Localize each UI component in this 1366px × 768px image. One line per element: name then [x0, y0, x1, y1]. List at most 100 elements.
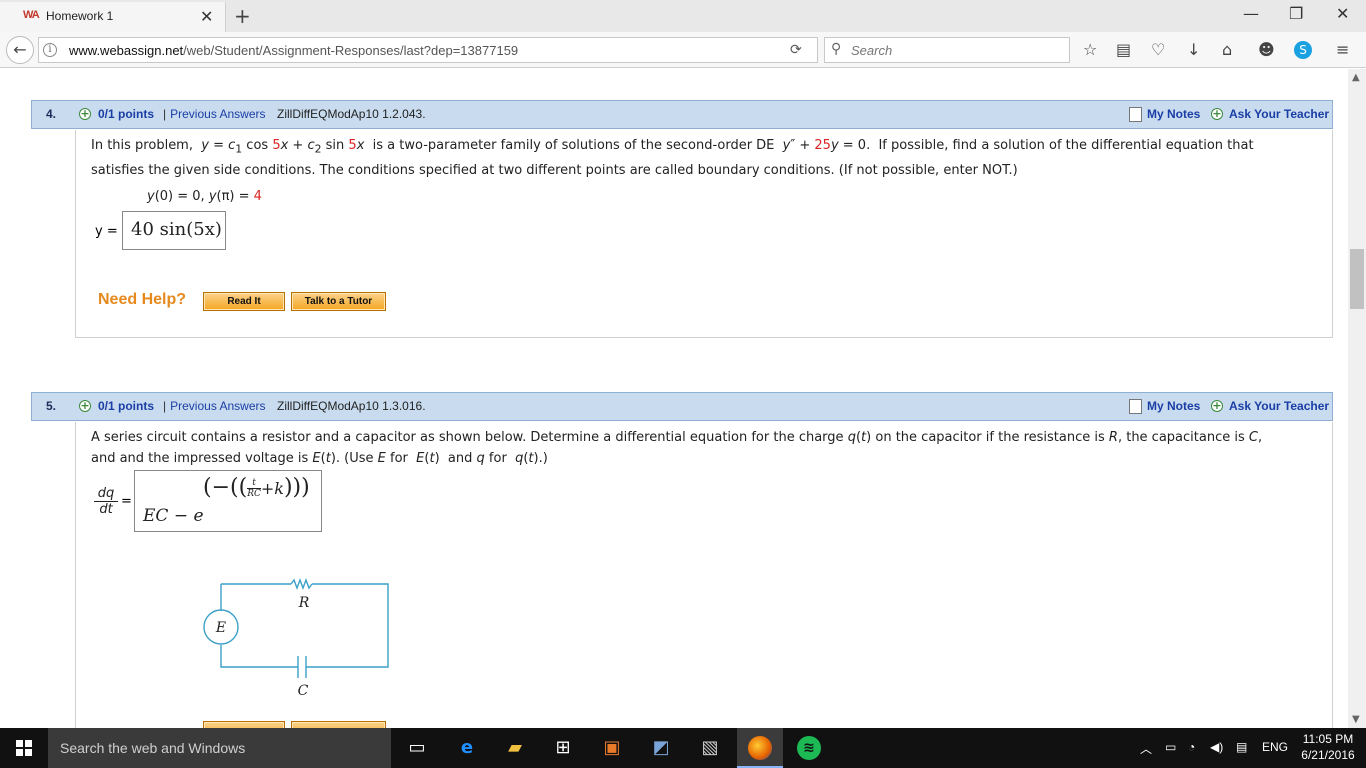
- answer-exponent: (−((t RC +k))): [203, 475, 310, 500]
- my-notes-link[interactable]: My Notes: [1147, 107, 1200, 121]
- volume-icon[interactable]: ◀): [1210, 740, 1223, 754]
- question-header-5: 5. + 0/1 points | Previous Answers ZillDi…: [31, 392, 1333, 421]
- spotify-icon[interactable]: ≋: [797, 736, 821, 760]
- question-text: A series circuit contains a resistor and…: [91, 430, 1263, 466]
- reload-icon[interactable]: ⟳: [790, 42, 802, 58]
- task-view-icon[interactable]: ▭: [405, 736, 429, 760]
- wire-right: [306, 583, 389, 668]
- app-icon[interactable]: ◩: [649, 736, 673, 760]
- store-icon[interactable]: ⊞: [551, 736, 575, 760]
- new-tab-icon[interactable]: +: [234, 4, 251, 28]
- ask-teacher-icon[interactable]: +: [1211, 108, 1223, 120]
- url-bar[interactable]: i www.webassign.net/web/Student/Assignme…: [38, 37, 818, 63]
- problem-id: ZillDiffEQModAp10 1.2.043.: [277, 107, 426, 121]
- clock-date: 6/21/2016: [1301, 748, 1355, 762]
- circuit-diagram: R E C: [203, 578, 389, 699]
- wifi-icon[interactable]: ◔: [1188, 740, 1195, 754]
- tab-homework[interactable]: WA Homework 1 ✕: [0, 2, 226, 32]
- scroll-thumb[interactable]: [1350, 249, 1364, 309]
- battery-icon[interactable]: ▭: [1165, 740, 1176, 754]
- taskbar: Search the web and Windows ▭ e ▰ ⊞ ▣ ◩ ▧…: [0, 728, 1366, 768]
- home-icon[interactable]: ⌂: [1222, 40, 1232, 59]
- paint-icon[interactable]: ▣: [600, 736, 624, 760]
- webassign-favicon-icon: WA: [23, 9, 40, 21]
- scroll-up-icon[interactable]: ▲: [1352, 72, 1360, 83]
- ask-teacher-icon[interactable]: +: [1211, 400, 1223, 412]
- answer-base: EC − e: [143, 506, 204, 526]
- clock-time: 11:05 PM: [1302, 732, 1354, 746]
- answer-value: 40 sin(5x): [131, 219, 222, 240]
- expand-icon[interactable]: +: [79, 400, 91, 412]
- windows-start-icon[interactable]: [16, 740, 32, 756]
- points-link[interactable]: 0/1 points: [98, 399, 154, 413]
- question-text: In this problem, y = c1 cos 5x + c2 sin …: [91, 138, 1254, 178]
- info-icon[interactable]: i: [43, 43, 57, 57]
- downloads-icon[interactable]: ↓: [1187, 40, 1200, 59]
- notes-icon[interactable]: [1129, 107, 1142, 122]
- question-body-5: A series circuit contains a resistor and…: [75, 422, 1333, 728]
- ask-teacher-link[interactable]: Ask Your Teacher: [1229, 107, 1329, 121]
- ask-teacher-link[interactable]: Ask Your Teacher: [1229, 399, 1329, 413]
- close-tab-icon[interactable]: ✕: [200, 7, 213, 26]
- question-number: 5.: [46, 399, 57, 413]
- url-text: www.webassign.net/web/Student/Assignment…: [69, 43, 519, 58]
- chat-icon[interactable]: ☻: [1258, 40, 1275, 59]
- need-help-label: Need Help?: [98, 291, 187, 308]
- wire-bottom-left: [220, 645, 298, 668]
- language-indicator[interactable]: ENG: [1262, 740, 1288, 754]
- answer-box[interactable]: EC − e (−((t RC +k))): [134, 470, 322, 532]
- skype-icon[interactable]: S: [1294, 41, 1312, 59]
- capacitor-label: C: [298, 683, 309, 699]
- equals-sign: =: [121, 494, 132, 509]
- problem-id: ZillDiffEQModAp10 1.3.016.: [277, 399, 426, 413]
- notes-icon[interactable]: [1129, 399, 1142, 414]
- nav-bar: ← i www.webassign.net/web/Student/Assign…: [0, 32, 1366, 68]
- search-icon: ⚲: [831, 41, 842, 57]
- expand-icon[interactable]: +: [79, 108, 91, 120]
- fraction-numerator: dq: [94, 486, 118, 502]
- boundary-conditions: y(0) = 0, y(π) = 4: [147, 189, 262, 204]
- taskbar-search-text: Search the web and Windows: [60, 740, 246, 756]
- question-body-4: In this problem, y = c1 cos 5x + c2 sin …: [75, 130, 1333, 338]
- notifications-icon[interactable]: ▤: [1236, 740, 1247, 754]
- fraction-denominator: dt: [99, 502, 113, 517]
- show-hidden-icons-icon[interactable]: ︿: [1140, 740, 1152, 757]
- close-window-icon[interactable]: ✕: [1336, 4, 1349, 23]
- question-header-4: 4. + 0/1 points | Previous Answers ZillDi…: [31, 100, 1333, 129]
- talk-to-tutor-button[interactable]: Talk to a Tutor: [291, 292, 386, 311]
- system-clock[interactable]: 11:05 PM 6/21/2016: [1296, 731, 1360, 763]
- file-explorer-icon[interactable]: ▰: [503, 736, 527, 760]
- firefox-icon[interactable]: [748, 736, 772, 760]
- bookmark-star-icon[interactable]: ☆: [1083, 40, 1097, 59]
- minimize-icon[interactable]: —: [1243, 4, 1259, 23]
- source-label: E: [215, 620, 226, 636]
- scroll-down-icon[interactable]: ▼: [1352, 714, 1360, 725]
- read-it-button[interactable]: Read It: [203, 292, 285, 311]
- page-content: 4. + 0/1 points | Previous Answers ZillDi…: [0, 69, 1348, 728]
- menu-icon[interactable]: ≡: [1336, 40, 1349, 59]
- back-arrow-icon[interactable]: ←: [6, 36, 34, 64]
- tab-title: Homework 1: [46, 9, 114, 23]
- taskbar-search-input[interactable]: Search the web and Windows: [48, 728, 391, 768]
- talk-to-tutor-button[interactable]: [291, 721, 386, 728]
- restore-icon[interactable]: ❐: [1289, 4, 1303, 23]
- previous-answers-link[interactable]: | Previous Answers: [163, 107, 266, 121]
- question-number: 4.: [46, 107, 57, 121]
- derivative-fraction: dq dt: [94, 486, 118, 517]
- edge-icon[interactable]: e: [455, 736, 479, 760]
- resistor-label: R: [298, 595, 310, 611]
- photos-icon[interactable]: ▧: [698, 736, 722, 760]
- answer-label: y =: [95, 224, 118, 239]
- previous-answers-link[interactable]: | Previous Answers: [163, 399, 266, 413]
- search-input[interactable]: ⚲ Search: [824, 37, 1070, 63]
- pocket-icon[interactable]: ♡: [1151, 40, 1165, 59]
- tab-bar: WA Homework 1 ✕ + — ❐ ✕: [0, 0, 1366, 32]
- page-scrollbar[interactable]: ▲ ▼: [1348, 69, 1366, 728]
- points-link[interactable]: 0/1 points: [98, 107, 154, 121]
- my-notes-link[interactable]: My Notes: [1147, 399, 1200, 413]
- resistor-symbol: [290, 578, 313, 590]
- answer-box[interactable]: 40 sin(5x): [122, 211, 226, 250]
- read-it-button[interactable]: [203, 721, 285, 728]
- reading-list-icon[interactable]: ▤: [1116, 40, 1131, 59]
- search-placeholder: Search: [851, 43, 893, 58]
